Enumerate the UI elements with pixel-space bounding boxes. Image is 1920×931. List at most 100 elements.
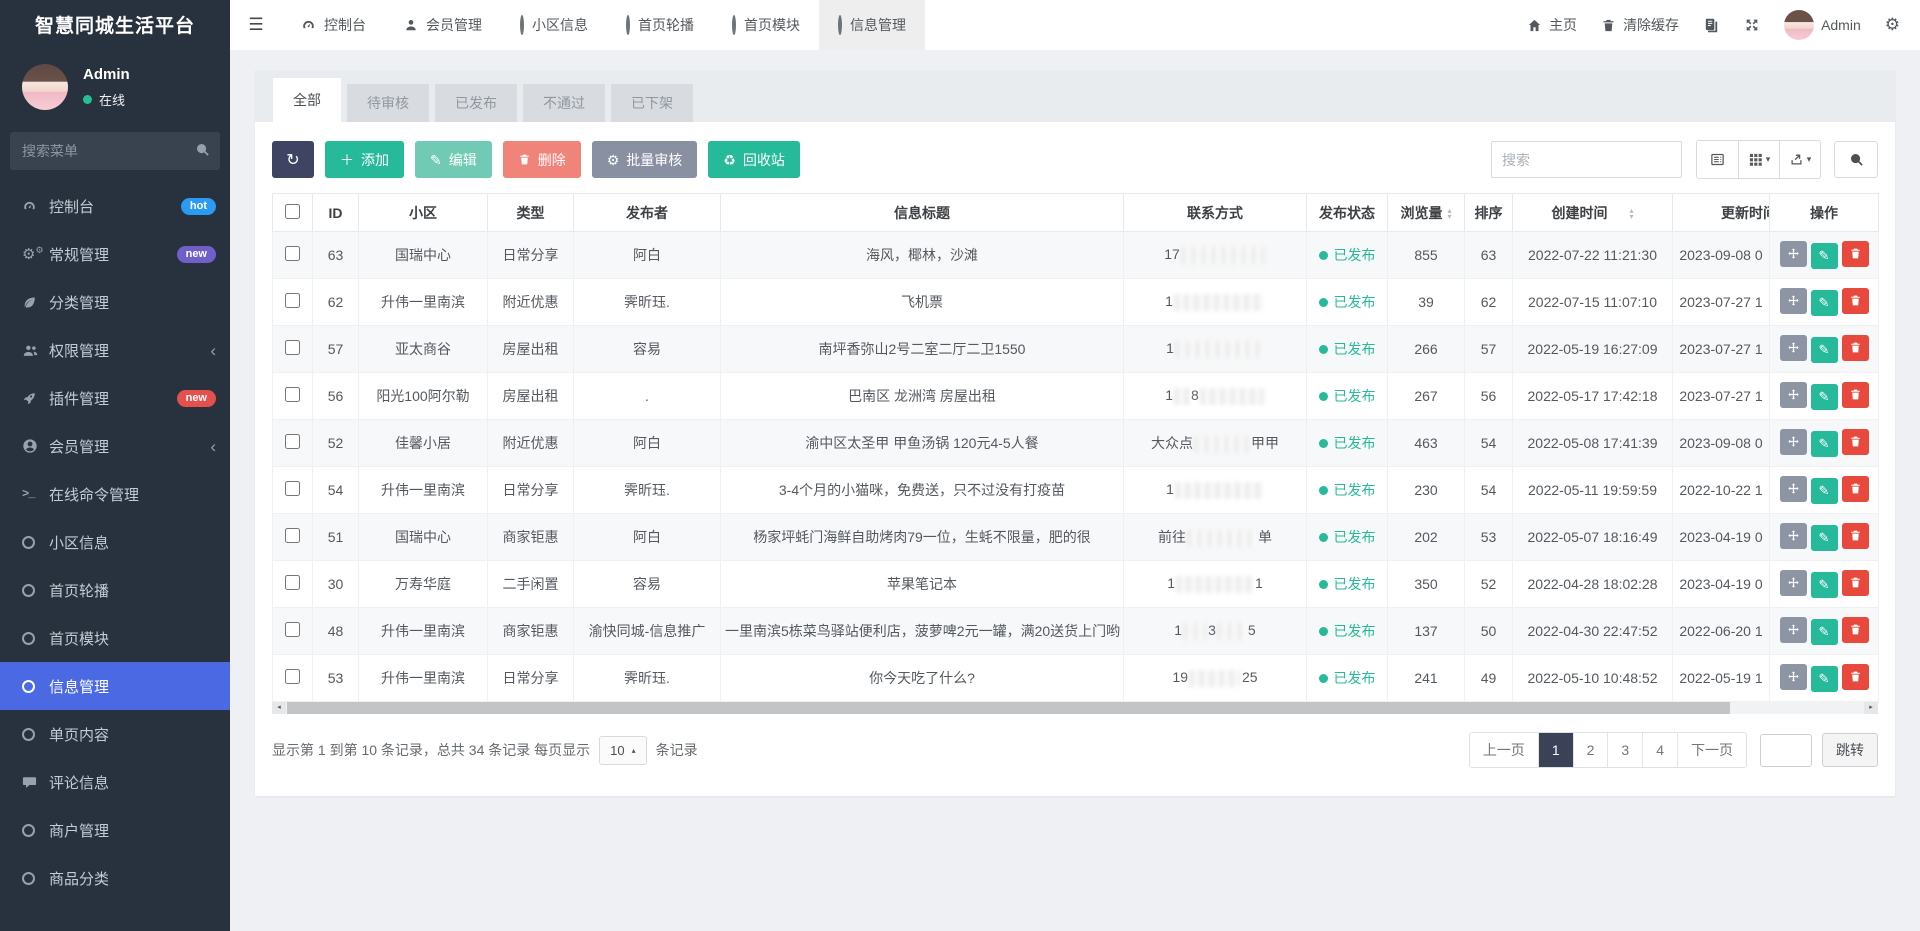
nav-tab-home-module[interactable]: 首页模块 [713, 0, 819, 50]
status-tab-2[interactable]: 已发布 [435, 84, 517, 122]
sidebar-item-category[interactable]: 分类管理 [0, 278, 230, 326]
table-search-input[interactable] [1491, 141, 1682, 178]
nav-tab-community-info[interactable]: 小区信息 [501, 0, 607, 50]
select-all-checkbox[interactable] [285, 204, 300, 219]
edit-button[interactable]: ✎ 编辑 [415, 141, 492, 178]
sidebar-item-comments[interactable]: 评论信息 [0, 758, 230, 806]
menu-search-input[interactable] [10, 132, 220, 170]
move-button[interactable] [1780, 664, 1807, 690]
page-size-select[interactable]: 10 ▴ [599, 736, 646, 765]
export-button[interactable]: ▾ [1779, 141, 1820, 178]
hamburger-icon[interactable]: ☰ [230, 0, 282, 50]
move-button[interactable] [1780, 288, 1807, 314]
sort-icon[interactable]: ▴▾ [1447, 208, 1451, 220]
scroll-left-icon[interactable]: ◂ [272, 702, 286, 714]
sidebar-item-online-command[interactable]: >_在线命令管理 [0, 470, 230, 518]
move-button[interactable] [1780, 429, 1807, 455]
next-page-button[interactable]: 下一页 [1677, 733, 1746, 767]
user-menu[interactable]: Admin [1784, 10, 1861, 40]
nav-tab-dashboard[interactable]: 控制台 [282, 0, 385, 50]
home-link[interactable]: 主页 [1527, 15, 1577, 35]
sidebar-item-addon[interactable]: 插件管理new [0, 374, 230, 422]
horizontal-scrollbar[interactable]: ◂ ▸ [272, 702, 1878, 714]
status-tab-3[interactable]: 不通过 [523, 84, 605, 122]
search-button[interactable] [1834, 141, 1878, 178]
delete-button[interactable]: 删除 [503, 141, 581, 178]
delete-row-button[interactable] [1842, 476, 1869, 502]
edit-row-button[interactable]: ✎ [1811, 337, 1838, 363]
edit-row-button[interactable]: ✎ [1811, 478, 1838, 504]
clear-cache-link[interactable]: 清除缓存 [1601, 15, 1679, 35]
sidebar-item-member[interactable]: 会员管理‹ [0, 422, 230, 470]
refresh-button[interactable]: ↻ [272, 141, 314, 178]
sidebar-item-home-carousel[interactable]: 首页轮播 [0, 566, 230, 614]
delete-row-button[interactable] [1842, 523, 1869, 549]
add-button[interactable]: ＋ 添加 [325, 141, 404, 178]
col-header-created[interactable]: 创建时间▴▾ [1513, 194, 1673, 232]
columns-button[interactable]: ▾ [1738, 141, 1779, 178]
move-button[interactable] [1780, 382, 1807, 408]
sort-icon[interactable]: ▴▾ [1629, 208, 1633, 220]
nav-tab-home-carousel[interactable]: 首页轮播 [607, 0, 713, 50]
scroll-right-icon[interactable]: ▸ [1864, 702, 1878, 714]
sidebar-item-single-page[interactable]: 单页内容 [0, 710, 230, 758]
row-checkbox[interactable] [285, 528, 300, 543]
delete-row-button[interactable] [1842, 664, 1869, 690]
edit-row-button[interactable]: ✎ [1811, 290, 1838, 316]
row-checkbox[interactable] [285, 481, 300, 496]
status-tab-0[interactable]: 全部 [273, 78, 341, 122]
sidebar-item-dashboard[interactable]: 控制台hot [0, 182, 230, 230]
scrollbar-thumb[interactable] [287, 702, 1730, 714]
delete-row-button[interactable] [1842, 335, 1869, 361]
edit-row-button[interactable]: ✎ [1811, 572, 1838, 598]
delete-row-button[interactable] [1842, 382, 1869, 408]
edit-row-button[interactable]: ✎ [1811, 666, 1838, 692]
jump-page-input[interactable] [1760, 734, 1812, 767]
sidebar-item-auth[interactable]: 权限管理‹ [0, 326, 230, 374]
row-checkbox[interactable] [285, 293, 300, 308]
page-button-1[interactable]: 1 [1538, 733, 1573, 767]
status-tab-4[interactable]: 已下架 [611, 84, 693, 122]
sidebar-item-community-info[interactable]: 小区信息 [0, 518, 230, 566]
prev-page-button[interactable]: 上一页 [1470, 733, 1538, 767]
cogs-icon[interactable]: ⚙ [1885, 15, 1900, 35]
user-avatar[interactable] [22, 64, 68, 110]
row-checkbox[interactable] [285, 669, 300, 684]
jump-button[interactable]: 跳转 [1822, 733, 1878, 767]
move-button[interactable] [1780, 335, 1807, 361]
row-checkbox[interactable] [285, 246, 300, 261]
move-button[interactable] [1780, 523, 1807, 549]
delete-row-button[interactable] [1842, 241, 1869, 267]
page-button-4[interactable]: 4 [1642, 733, 1677, 767]
edit-row-button[interactable]: ✎ [1811, 384, 1838, 410]
edit-row-button[interactable]: ✎ [1811, 525, 1838, 551]
nav-tab-member[interactable]: 会员管理 [385, 0, 501, 50]
edit-row-button[interactable]: ✎ [1811, 619, 1838, 645]
row-checkbox[interactable] [285, 340, 300, 355]
language-icon[interactable] [1703, 17, 1720, 34]
delete-row-button[interactable] [1842, 288, 1869, 314]
delete-row-button[interactable] [1842, 429, 1869, 455]
row-checkbox[interactable] [285, 387, 300, 402]
move-button[interactable] [1780, 476, 1807, 502]
move-button[interactable] [1780, 570, 1807, 596]
move-button[interactable] [1780, 241, 1807, 267]
page-button-2[interactable]: 2 [1573, 733, 1608, 767]
page-button-3[interactable]: 3 [1607, 733, 1642, 767]
row-checkbox[interactable] [285, 622, 300, 637]
delete-row-button[interactable] [1842, 570, 1869, 596]
sidebar-item-home-module[interactable]: 首页模块 [0, 614, 230, 662]
edit-row-button[interactable]: ✎ [1811, 243, 1838, 269]
edit-row-button[interactable]: ✎ [1811, 431, 1838, 457]
status-tab-1[interactable]: 待审核 [347, 84, 429, 122]
sidebar-item-merchant[interactable]: 商户管理 [0, 806, 230, 854]
fullscreen-icon[interactable] [1744, 17, 1760, 33]
delete-row-button[interactable] [1842, 617, 1869, 643]
detail-view-button[interactable] [1697, 141, 1738, 178]
sidebar-item-goods-category[interactable]: 商品分类 [0, 854, 230, 902]
row-checkbox[interactable] [285, 575, 300, 590]
sidebar-item-general[interactable]: ⚙⚙常规管理new [0, 230, 230, 278]
sidebar-item-info-manage[interactable]: 信息管理 [0, 662, 230, 710]
move-button[interactable] [1780, 617, 1807, 643]
col-header-views[interactable]: 浏览量▴▾ [1388, 194, 1465, 232]
